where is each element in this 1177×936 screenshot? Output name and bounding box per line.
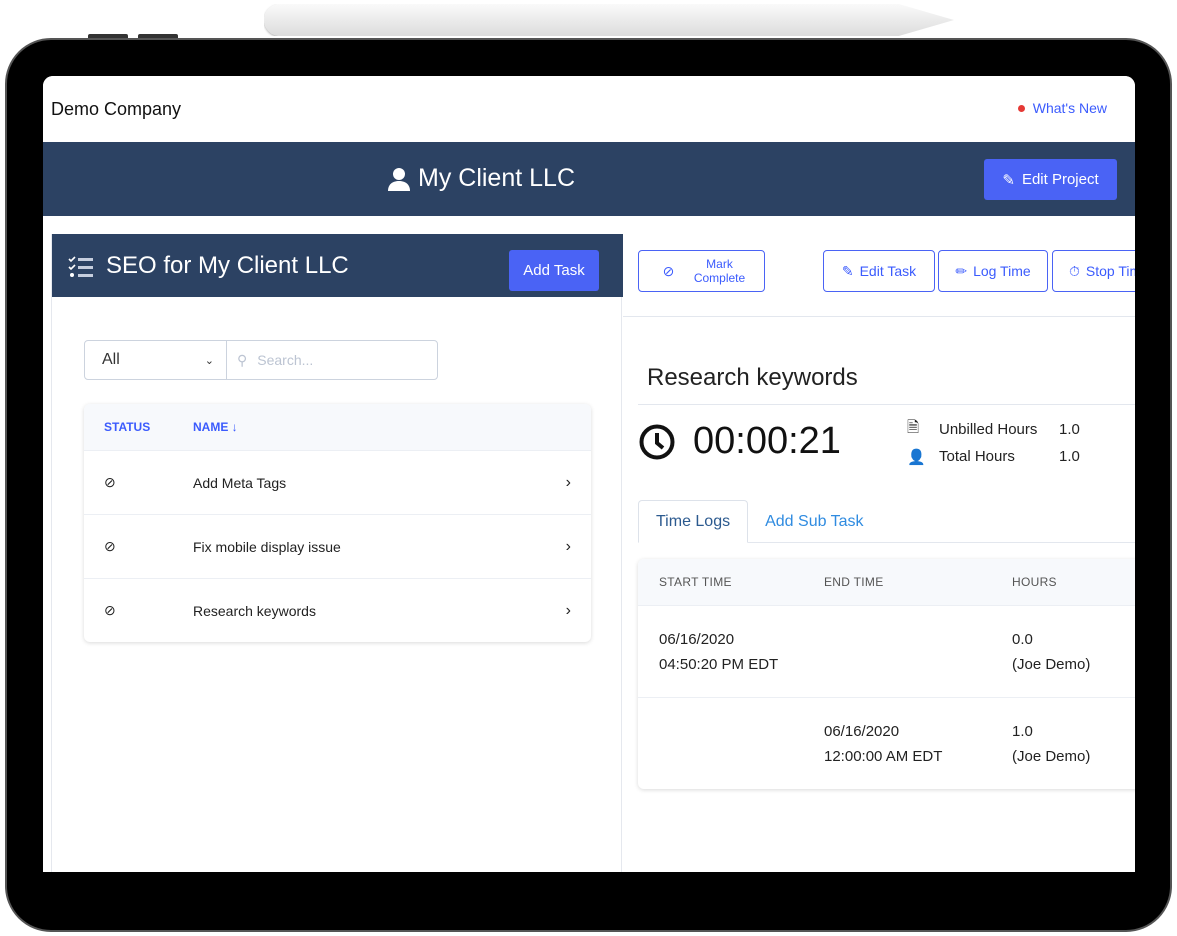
column-end-time: END TIME [824, 575, 884, 589]
edit-task-button[interactable]: ✎ Edit Task [823, 250, 935, 292]
status-filter-select[interactable]: All ⌄ [85, 341, 227, 379]
edit-project-button[interactable]: ✎ Edit Project [984, 159, 1117, 200]
task-list-header: SEO for My Client LLC Add Task [52, 234, 623, 297]
time-logs-table: START TIME END TIME HOURS 06/16/2020 04:5… [638, 559, 1135, 789]
edit-project-label: Edit Project [1021, 171, 1099, 188]
chevron-right-icon: › [565, 473, 571, 491]
task-list-panel: SEO for My Client LLC Add Task All ⌄ ⚲ Sea… [51, 234, 623, 872]
tab-add-sub-task[interactable]: Add Sub Task [748, 500, 880, 543]
filter-bar: All ⌄ ⚲ Search... [84, 340, 438, 380]
unbilled-hours-label: Unbilled Hours [939, 421, 1038, 438]
task-table: STATUS NAME ↓ ⊘ Add Meta Tags › ⊘ Fix mobil… [84, 404, 591, 642]
task-name: Fix mobile display issue [193, 538, 341, 555]
search-icon: ⚲ [237, 351, 248, 368]
total-hours-label: Total Hours [939, 448, 1015, 465]
status-filter-value: All [102, 351, 120, 368]
add-task-button[interactable]: Add Task [509, 250, 599, 291]
start-time: 04:50:20 PM EDT [659, 655, 779, 673]
log-time-button[interactable]: ✏ Log Time [938, 250, 1048, 292]
table-header: START TIME END TIME HOURS [638, 559, 1135, 605]
check-circle-icon: ⊘ [662, 262, 675, 279]
column-name[interactable]: NAME ↓ [193, 420, 238, 434]
company-name: Demo Company [51, 99, 182, 119]
invoice-icon: 🗎 [907, 419, 920, 436]
edit-icon: ✎ [1002, 171, 1015, 189]
clock-icon [639, 424, 675, 459]
task-title: Research keywords [647, 364, 858, 391]
task-name: Add Meta Tags [193, 474, 287, 491]
log-time-label: Log Time [973, 263, 1031, 279]
unbilled-hours-value: 1.0 [1059, 421, 1080, 438]
pencil-icon: ✏ [955, 262, 968, 279]
whats-new-link[interactable]: What's New [1017, 100, 1107, 116]
project-header: My Client LLC ✎ Edit Project [43, 142, 1135, 216]
table-header: STATUS NAME ↓ [84, 404, 591, 450]
hours-value: 1.0 [1012, 722, 1033, 740]
checklist-icon [68, 256, 93, 277]
stylus-decoration [264, 4, 954, 36]
hours-summary: 🗎 Unbilled Hours 1.0 👤 Total Hours 1.0 [907, 416, 1080, 470]
search-input[interactable]: ⚲ Search... [227, 341, 437, 379]
project-title-text: My Client LLC [418, 164, 575, 192]
app-screen: Demo Company What's New My Client LLC ✎ E… [43, 76, 1135, 872]
stop-timer-button[interactable]: ⏱ Stop Timer [1052, 250, 1135, 292]
mark-complete-button[interactable]: ⊘ Mark Complete [638, 250, 765, 292]
whats-new-label: What's New [1032, 100, 1107, 116]
tab-time-logs[interactable]: Time Logs [638, 500, 749, 543]
check-circle-icon: ⊘ [104, 602, 116, 618]
chevron-down-icon: ⌄ [204, 354, 214, 367]
user-clock-icon: 👤 [907, 448, 926, 466]
chevron-right-icon: › [565, 601, 571, 619]
total-hours-value: 1.0 [1059, 448, 1080, 465]
stop-timer-label: Stop Timer [1085, 263, 1135, 279]
table-row[interactable]: 06/16/2020 12:00:00 AM EDT 1.0 (Joe Demo) [638, 697, 1135, 789]
column-status[interactable]: STATUS [84, 420, 193, 434]
top-bar: Demo Company What's New [43, 76, 1135, 142]
chevron-right-icon: › [565, 537, 571, 555]
end-time: 12:00:00 AM EDT [824, 747, 943, 765]
column-start-time: START TIME [659, 575, 732, 589]
edit-task-label: Edit Task [859, 263, 917, 279]
edit-icon: ✎ [841, 262, 854, 279]
notification-dot-icon [1017, 104, 1025, 112]
task-detail-panel: ⊘ Mark Complete ✎ Edit Task ✏ Log Time ⏱ Sto… [623, 234, 1135, 872]
task-list-title: SEO for My Client LLC [106, 252, 349, 279]
hours-value: 0.0 [1012, 630, 1033, 648]
table-row[interactable]: 06/16/2020 04:50:20 PM EDT 0.0 (Joe Demo) [638, 605, 1135, 697]
timer-display: 00:00:21 [639, 420, 841, 463]
end-date: 06/16/2020 [824, 722, 900, 740]
project-title: My Client LLC [388, 164, 575, 193]
log-user: (Joe Demo) [1012, 655, 1091, 673]
check-circle-icon: ⊘ [104, 474, 116, 490]
stopwatch-icon: ⏱ [1069, 262, 1080, 279]
start-date: 06/16/2020 [659, 630, 735, 648]
divider [638, 404, 1135, 405]
check-circle-icon: ⊘ [104, 538, 116, 554]
timer-value: 00:00:21 [693, 420, 841, 462]
column-hours: HOURS [1012, 575, 1057, 589]
table-row[interactable]: ⊘ Fix mobile display issue › [84, 514, 591, 578]
task-tabs: Time Logs Add Sub Task [638, 500, 881, 543]
task-name: Research keywords [193, 602, 316, 619]
table-row[interactable]: ⊘ Add Meta Tags › [84, 450, 591, 514]
table-row[interactable]: ⊘ Research keywords › [84, 578, 591, 642]
log-user: (Joe Demo) [1012, 747, 1091, 765]
user-icon [388, 167, 410, 191]
mark-complete-label: Mark Complete [693, 257, 746, 285]
search-placeholder: Search... [257, 352, 314, 368]
divider [623, 316, 1135, 317]
